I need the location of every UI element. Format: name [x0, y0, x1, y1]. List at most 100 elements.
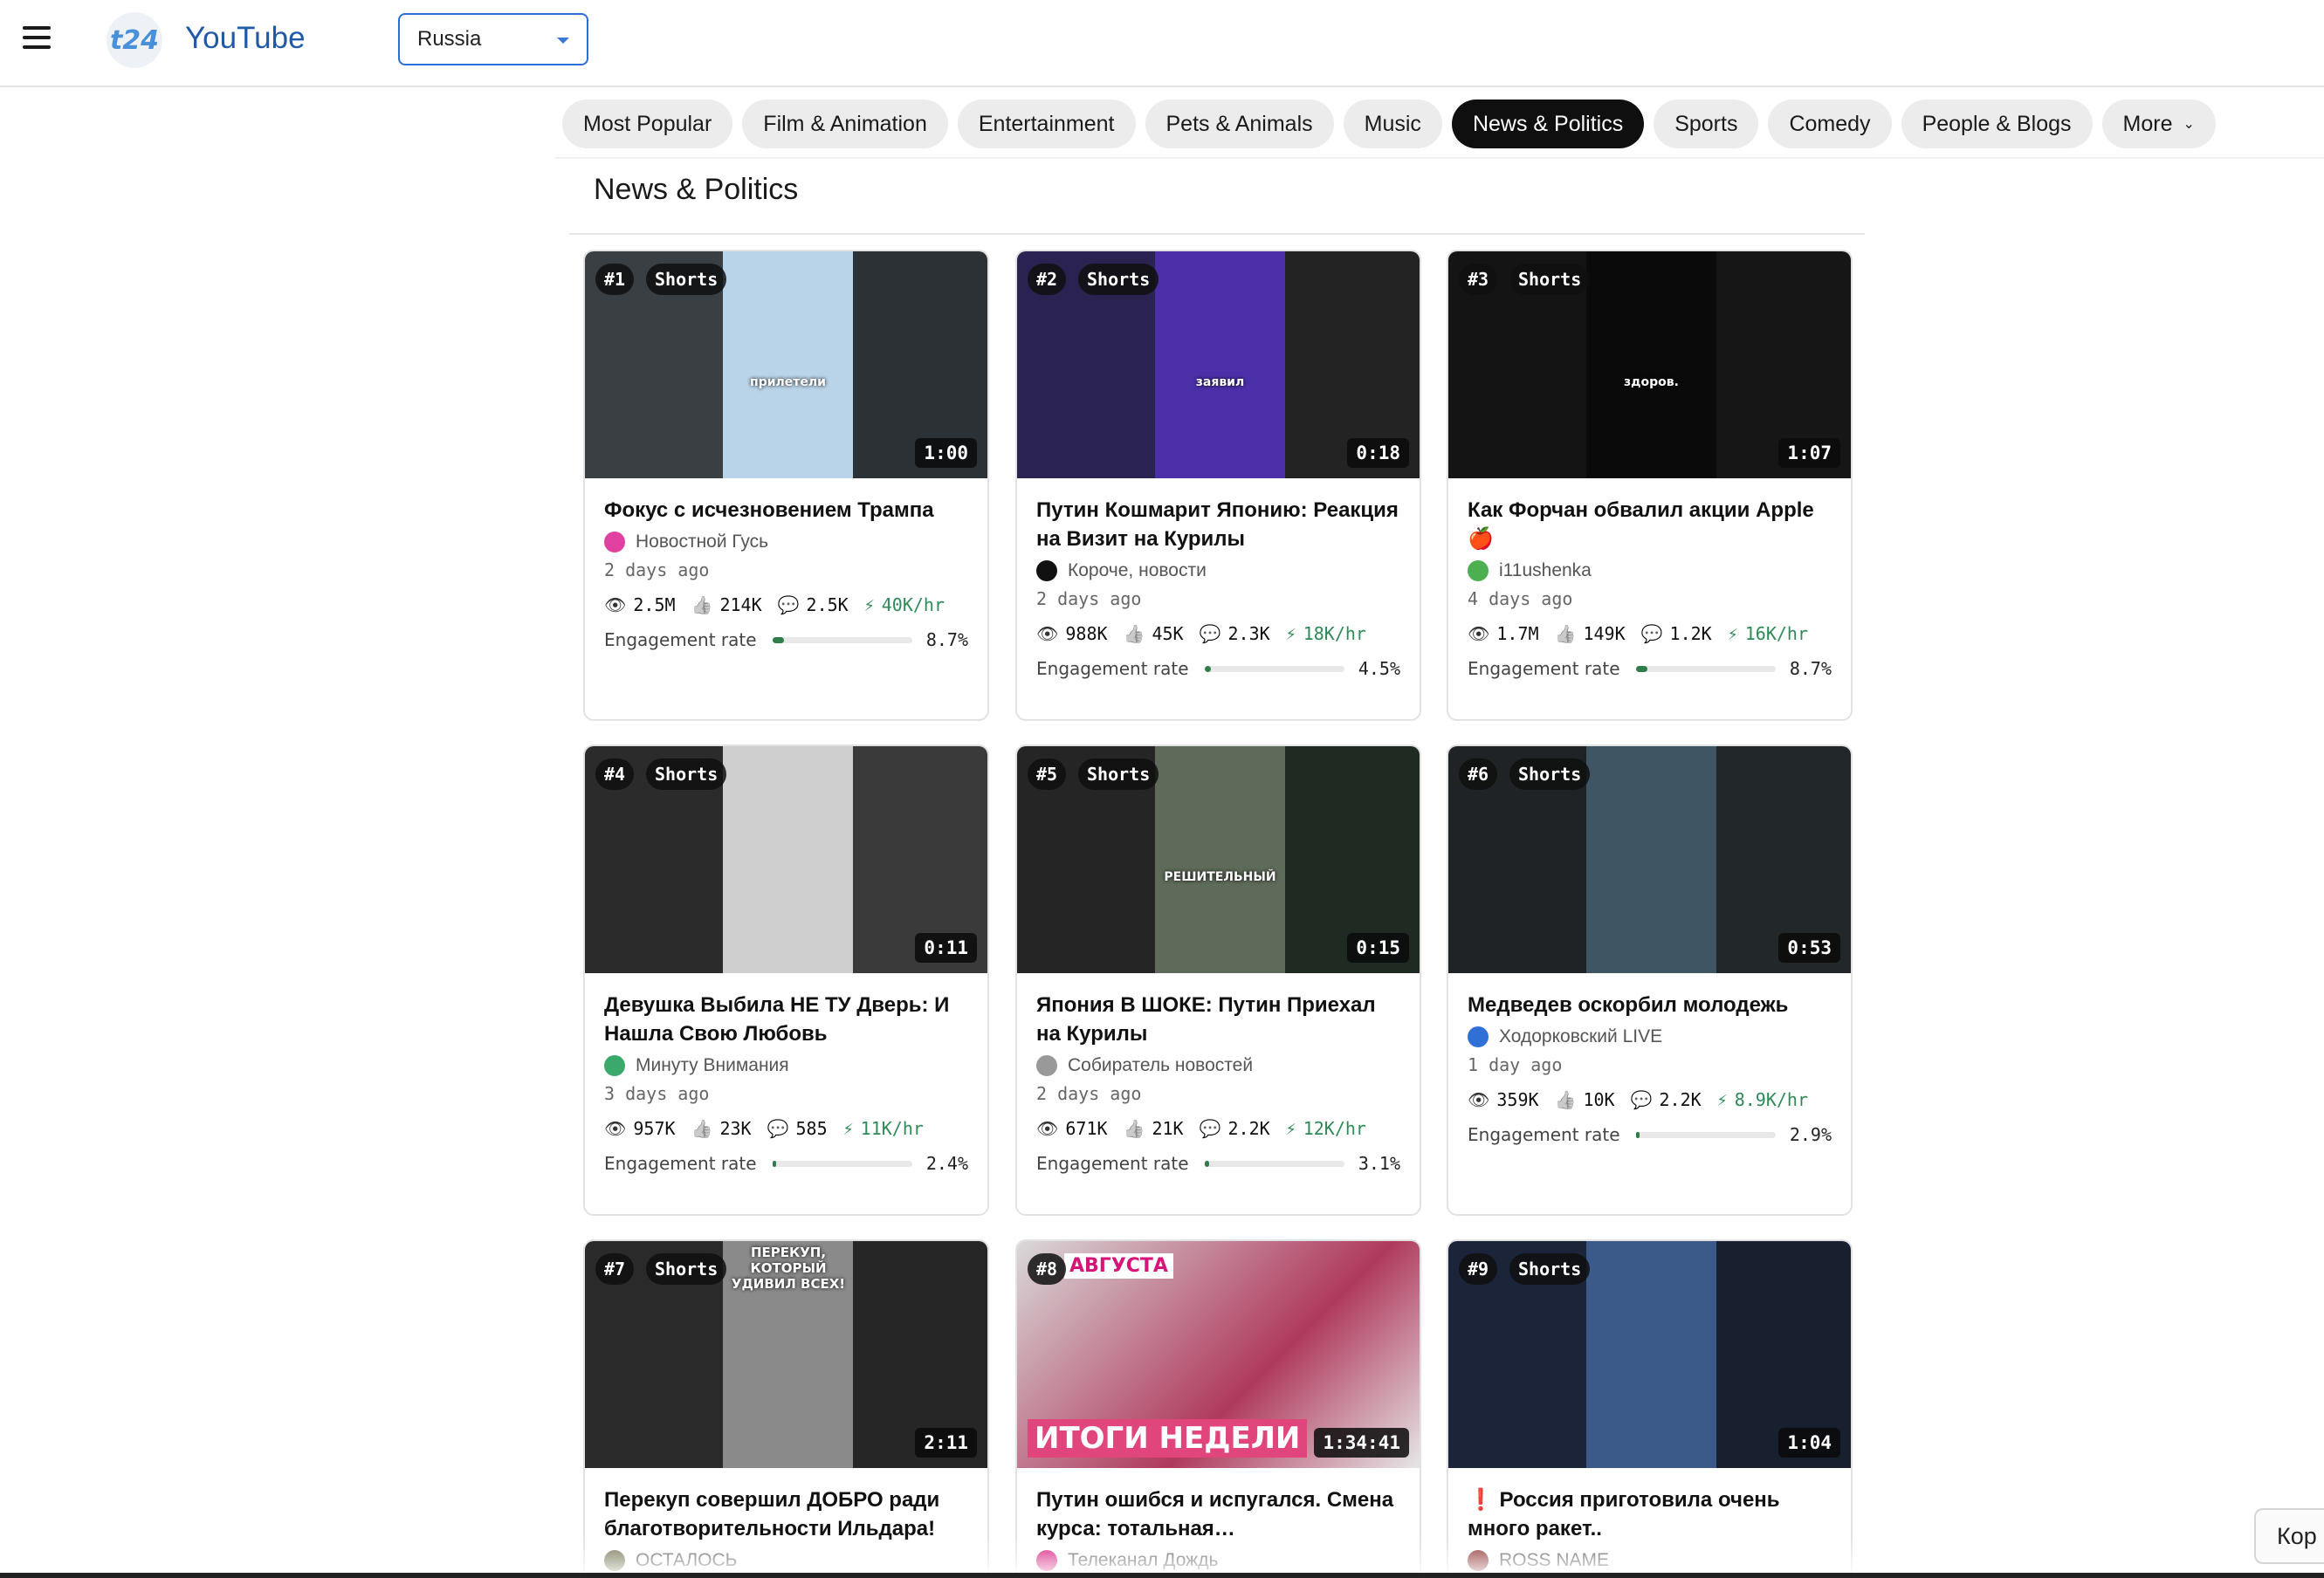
video-title[interactable]: Япония В ШОКЕ: Путин Приехал на Курилы: [1036, 991, 1400, 1048]
comments-stat: 💬 1.2K: [1641, 623, 1712, 644]
channel-avatar-icon: [1468, 1026, 1489, 1047]
divider: [555, 157, 2324, 159]
thumbs-up-icon: 👍: [1123, 623, 1145, 644]
eye-icon: 👁: [604, 594, 627, 615]
video-thumbnail[interactable]: РЕШИТЕЛЬНЫЙ #5 Shorts 0:15: [1017, 746, 1420, 973]
category-chip[interactable]: Music: [1343, 99, 1442, 148]
channel-row[interactable]: Новостной Гусь: [604, 532, 968, 552]
thumb-date-tag: АВГУСТА: [1064, 1253, 1173, 1279]
video-thumbnail[interactable]: ПЕРЕКУП, КОТОРЫЙ УДИВИЛ ВСЕХ! #7 Shorts 2:1…: [585, 1241, 987, 1468]
video-card[interactable]: ПЕРЕКУП, КОТОРЫЙ УДИВИЛ ВСЕХ! #7 Shorts 2:1…: [583, 1239, 989, 1578]
video-card[interactable]: #6 Shorts 0:53 Медведев оскорбил молодежь Хо…: [1447, 744, 1853, 1216]
video-thumbnail[interactable]: заявил #2 Shorts 0:18: [1017, 251, 1420, 478]
channel-avatar-icon: [1036, 1055, 1057, 1076]
bottom-edge: [0, 1573, 2324, 1578]
card-body: Фокус с исчезновением Трампа Новостной Гу…: [585, 478, 987, 669]
duration-badge: 1:07: [1778, 438, 1840, 468]
category-bar: Most Popular Film & Animation Entertainm…: [562, 99, 2216, 148]
shorts-badge: Shorts: [646, 264, 727, 295]
eye-icon: 👁: [604, 1118, 627, 1139]
category-chip-active[interactable]: News & Politics: [1451, 99, 1645, 148]
rank-badge: #3: [1459, 264, 1498, 295]
duration-badge: 0:11: [915, 933, 977, 963]
bolt-icon: ⚡: [1285, 1118, 1296, 1139]
comment-icon: 💬: [1640, 623, 1663, 644]
channel-avatar-icon: [604, 1055, 625, 1076]
engagement-bar-fill: [1635, 665, 1648, 672]
duration-badge: 0:18: [1347, 438, 1409, 468]
video-thumbnail[interactable]: ИТОГИ НЕДЕЛИ АВГУСТА #8 1:34:41: [1017, 1241, 1420, 1468]
comments-stat: 💬 2.5K: [778, 594, 849, 615]
floating-button[interactable]: Кор: [2254, 1508, 2324, 1564]
video-thumbnail[interactable]: прилетели #1 Shorts 1:00: [585, 251, 987, 478]
menu-icon[interactable]: [23, 26, 51, 49]
engagement-bar: [1635, 665, 1776, 672]
video-card[interactable]: РЕШИТЕЛЬНЫЙ #5 Shorts 0:15 Япония В ШОКЕ: Пу…: [1015, 744, 1421, 1216]
category-chip[interactable]: Film & Animation: [742, 99, 948, 148]
engagement-bar: [772, 1160, 912, 1167]
region-select[interactable]: Russia: [398, 13, 588, 65]
channel-row[interactable]: Минуту Внимания: [604, 1055, 968, 1076]
views-stat: 👁 988K: [1036, 623, 1108, 644]
shorts-badge: Shorts: [646, 758, 727, 790]
channel-row[interactable]: i11ushenka: [1468, 560, 1832, 581]
engagement-value: 8.7%: [925, 629, 968, 650]
comments-stat: 💬 2.2K: [1200, 1118, 1270, 1139]
engagement-bar-fill: [1204, 1160, 1209, 1167]
section-title: News & Politics: [594, 173, 799, 206]
chip-label: News & Politics: [1472, 111, 1624, 136]
likes-stat: 👍 214K: [691, 594, 762, 615]
engagement-bar-fill: [772, 636, 785, 643]
channel-row[interactable]: Короче, новости: [1036, 560, 1400, 581]
video-title[interactable]: Фокус с исчезновением Трампа: [604, 496, 968, 525]
engagement-bar: [1635, 1131, 1776, 1138]
published-ago: 2 days ago: [1036, 1083, 1142, 1104]
views-stat-value: 671K: [1065, 1118, 1108, 1139]
logo-text[interactable]: YouTube: [185, 21, 306, 56]
category-chip[interactable]: Comedy: [1768, 99, 1892, 148]
video-title[interactable]: Девушка Выбила НЕ ТУ Дверь: И Нашла Свою…: [604, 991, 968, 1048]
engagement-label: Engagement rate: [604, 629, 757, 650]
video-title[interactable]: Путин ошибся и испугался. Смена курса: т…: [1036, 1485, 1400, 1543]
engagement-bar-fill: [1635, 1131, 1640, 1138]
engagement-bar: [772, 636, 912, 643]
region-select-value: Russia: [417, 27, 482, 51]
video-title[interactable]: ❗ Россия приготовила очень много ракет..: [1468, 1485, 1832, 1543]
video-thumbnail[interactable]: #9 Shorts 1:04: [1448, 1241, 1851, 1468]
category-chip[interactable]: Sports: [1654, 99, 1759, 148]
video-card[interactable]: ИТОГИ НЕДЕЛИ АВГУСТА #8 1:34:41 Путин ошибся…: [1015, 1239, 1421, 1578]
published-ago: 2 days ago: [604, 559, 710, 580]
views-stat: 👁 957K: [604, 1118, 676, 1139]
bolt-icon: ⚡: [1716, 1089, 1728, 1110]
thumbs-up-icon: 👍: [691, 1118, 713, 1139]
duration-badge: 1:34:41: [1314, 1428, 1409, 1458]
more-chip[interactable]: More ⌄: [2101, 99, 2216, 148]
bolt-icon: ⚡: [842, 1118, 854, 1139]
video-title[interactable]: Перекуп совершил ДОБРО ради благотворите…: [604, 1485, 968, 1543]
video-card[interactable]: прилетели #1 Shorts 1:00 Фокус с исчезновени…: [583, 250, 989, 721]
video-card[interactable]: заявил #2 Shorts 0:18 Путин Кошмарит Японию:…: [1015, 250, 1421, 721]
logo-badge[interactable]: t24: [107, 12, 162, 68]
video-title[interactable]: Путин Кошмарит Японию: Реакция на Визит …: [1036, 496, 1400, 553]
category-chip[interactable]: Pets & Animals: [1145, 99, 1334, 148]
engagement-row: Engagement rate 2.4%: [604, 1153, 968, 1174]
video-thumbnail[interactable]: #6 Shorts 0:53: [1448, 746, 1851, 973]
video-card[interactable]: здоров. #3 Shorts 1:07 Как Форчан обвалил ак…: [1447, 250, 1853, 721]
category-chip[interactable]: Most Popular: [562, 99, 733, 148]
channel-row[interactable]: Собиратель новостей: [1036, 1055, 1400, 1076]
video-title[interactable]: Медведев оскорбил молодежь: [1468, 991, 1832, 1019]
video-thumbnail[interactable]: #4 Shorts 0:11: [585, 746, 987, 973]
video-card[interactable]: #4 Shorts 0:11 Девушка Выбила НЕ ТУ Дверь: …: [583, 744, 989, 1216]
comments-stat-value: 585: [795, 1118, 828, 1139]
category-chip[interactable]: Entertainment: [957, 99, 1136, 148]
divider: [569, 233, 1865, 235]
category-chip[interactable]: People & Blogs: [1901, 99, 2093, 148]
card-body: Как Форчан обвалил акции Apple 🍎 i11ushen…: [1448, 478, 1851, 698]
video-title[interactable]: Как Форчан обвалил акции Apple 🍎: [1468, 496, 1832, 553]
video-card[interactable]: #9 Shorts 1:04 ❗ Россия приготовила очень м…: [1447, 1239, 1853, 1578]
eye-icon: 👁: [1036, 1118, 1059, 1139]
chip-label: Pets & Animals: [1165, 111, 1313, 136]
rate-stat: ⚡ 18K/hr: [1286, 623, 1366, 644]
channel-row[interactable]: Ходорковский LIVE: [1468, 1026, 1832, 1047]
video-thumbnail[interactable]: здоров. #3 Shorts 1:07: [1448, 251, 1851, 478]
